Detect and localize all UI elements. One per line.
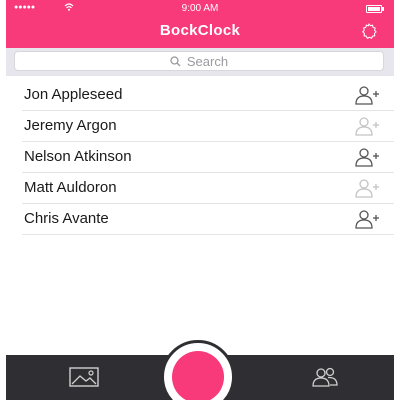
add-contact-icon[interactable] (354, 147, 380, 167)
search-placeholder: Search (186, 53, 229, 69)
search-input[interactable]: Search (14, 51, 384, 71)
contact-row[interactable]: Jon Appleseed (22, 80, 394, 111)
contact-name: Chris Avante (24, 210, 109, 227)
contact-row[interactable]: Nelson Atkinson (22, 142, 394, 173)
contact-list: Jon Appleseed Jeremy Argon Nelson Atkins… (6, 80, 394, 235)
app-title: BockClock (159, 22, 241, 39)
contact-row[interactable]: Jeremy Argon (22, 111, 394, 142)
contact-row[interactable]: Matt Auldoron (22, 173, 394, 204)
record-button[interactable] (161, 340, 235, 400)
contacts-group-icon[interactable] (308, 365, 342, 389)
battery-icon (366, 5, 384, 13)
contact-row[interactable]: Chris Avante (22, 204, 394, 235)
contact-name: Jon Appleseed (24, 86, 123, 103)
settings-gear-icon[interactable] (360, 22, 378, 40)
add-contact-icon[interactable] (354, 85, 380, 105)
record-button-core (172, 351, 224, 400)
app-screen: ●●●●● 9:00 AM BockClock Search Jon Apple… (6, 0, 394, 400)
search-bar-container: Search (6, 48, 394, 76)
photo-gallery-icon[interactable] (68, 365, 100, 389)
add-contact-icon[interactable] (354, 209, 380, 229)
contact-name: Matt Auldoron (24, 179, 117, 196)
status-bar: ●●●●● 9:00 AM (6, 2, 394, 16)
header-bar: ●●●●● 9:00 AM BockClock (6, 0, 394, 48)
add-contact-icon[interactable] (354, 178, 380, 198)
add-contact-icon[interactable] (354, 116, 380, 136)
clock-time: 9:00 AM (181, 3, 219, 14)
contact-name: Nelson Atkinson (24, 148, 132, 165)
contact-name: Jeremy Argon (24, 117, 117, 134)
search-icon (170, 55, 181, 66)
